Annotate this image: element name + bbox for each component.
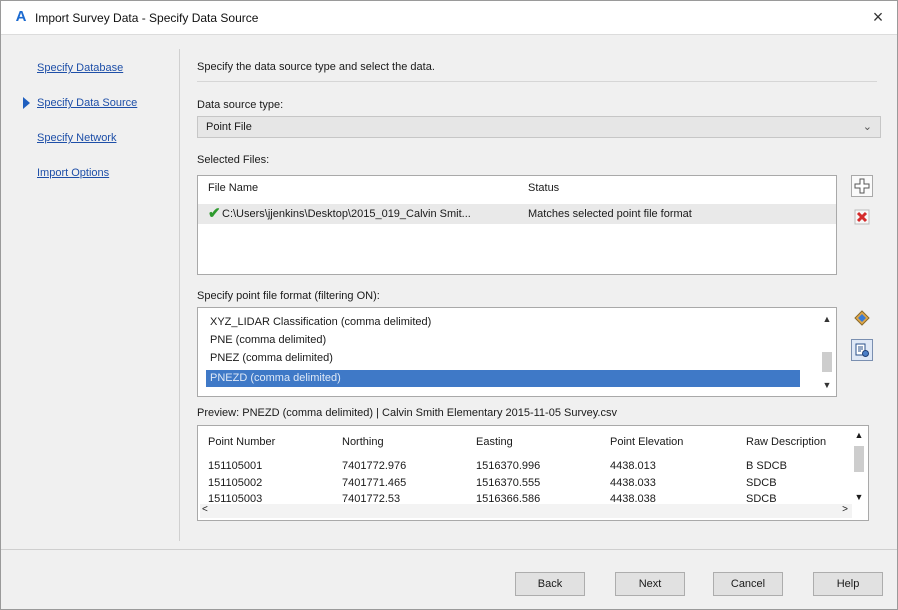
format-manager-icon (855, 343, 869, 357)
point-file-format-list[interactable]: XYZ_LIDAR Classification (comma delimite… (197, 307, 837, 397)
dialog-window: A Import Survey Data - Specify Data Sour… (0, 0, 898, 610)
data-source-type-dropdown[interactable]: Point File ⌄ (197, 116, 881, 138)
wizard-nav: Specify Database Specify Data Source Spe… (11, 51, 169, 191)
scroll-left-icon[interactable]: < (202, 504, 208, 515)
preview-cell: 151105001 (208, 460, 263, 472)
point-file-format-label: Specify point file format (filtering ON)… (197, 290, 380, 302)
remove-file-button[interactable] (851, 206, 873, 228)
preview-cell: SDCB (746, 477, 777, 489)
add-file-button[interactable] (851, 175, 873, 197)
preview-horizontal-scrollbar[interactable]: < > (200, 504, 852, 518)
window-title: Import Survey Data - Specify Data Source (35, 11, 259, 25)
cancel-button[interactable]: Cancel (713, 572, 783, 596)
scroll-right-icon[interactable]: > (842, 504, 848, 515)
format-item[interactable]: PNEZ (comma delimited) (206, 350, 800, 367)
preview-cell: 1516370.555 (476, 477, 541, 489)
scroll-up-icon[interactable]: ▲ (852, 430, 866, 440)
file-name: C:\Users\jjenkins\Desktop\2015_019_Calvi… (222, 208, 471, 220)
nav-item-specify-database[interactable]: Specify Database (11, 51, 169, 86)
column-header-status[interactable]: Status (528, 182, 559, 194)
scroll-thumb[interactable] (854, 446, 864, 472)
app-logo-icon: A (15, 8, 27, 25)
scroll-down-icon[interactable]: ▼ (852, 492, 866, 502)
back-button[interactable]: Back (515, 572, 585, 596)
preview-column-header[interactable]: Easting (476, 436, 513, 448)
format-options-icon (854, 310, 870, 326)
nav-item-specify-network[interactable]: Specify Network (11, 121, 169, 156)
next-button[interactable]: Next (615, 572, 685, 596)
nav-item-specify-data-source[interactable]: Specify Data Source (11, 86, 169, 121)
preview-cell: 151105002 (208, 477, 263, 489)
preview-vertical-scrollbar[interactable]: ▲ ▼ (852, 428, 866, 502)
title-bar: A Import Survey Data - Specify Data Sour… (1, 1, 897, 35)
preview-column-header[interactable]: Northing (342, 436, 384, 448)
column-header-file-name[interactable]: File Name (208, 182, 258, 194)
preview-column-header[interactable]: Point Elevation (610, 436, 683, 448)
scroll-up-icon[interactable]: ▲ (820, 314, 834, 328)
instruction-divider (197, 81, 877, 82)
add-file-icon (854, 178, 870, 194)
format-item-selected[interactable]: PNEZD (comma delimited) (206, 370, 800, 387)
file-status: Matches selected point file format (528, 208, 692, 220)
preview-cell: 4438.033 (610, 477, 656, 489)
preview-column-header[interactable]: Raw Description (746, 436, 826, 448)
preview-column-header[interactable]: Point Number (208, 436, 275, 448)
chevron-down-icon: ⌄ (862, 121, 872, 133)
nav-divider (179, 49, 180, 541)
checkmark-icon: ✔ (208, 205, 221, 222)
nav-item-label: Specify Data Source (37, 97, 138, 109)
preview-table[interactable]: Point Number Northing Easting Point Elev… (197, 425, 869, 521)
file-row[interactable]: ✔ C:\Users\jjenkins\Desktop\2015_019_Cal… (198, 204, 836, 224)
selected-files-label: Selected Files: (197, 154, 270, 166)
format-list-scrollbar[interactable]: ▲ ▼ (820, 310, 834, 394)
preview-cell: 1516370.996 (476, 460, 541, 472)
nav-item-import-options[interactable]: Import Options (11, 156, 169, 191)
preview-cell: B SDCB (746, 460, 787, 472)
files-header: File Name Status (198, 176, 836, 198)
help-button[interactable]: Help (813, 572, 883, 596)
preview-cell: 4438.013 (610, 460, 656, 472)
selected-files-list[interactable]: File Name Status ✔ C:\Users\jjenkins\Des… (197, 175, 837, 275)
data-source-type-label: Data source type: (197, 99, 284, 111)
nav-item-label: Specify Database (37, 62, 124, 74)
preview-cell: 7401771.465 (342, 477, 407, 489)
footer-divider (1, 549, 897, 550)
scroll-thumb[interactable] (822, 352, 832, 372)
nav-item-label: Specify Network (37, 132, 117, 144)
nav-item-label: Import Options (37, 167, 110, 179)
format-manager-button[interactable] (851, 339, 873, 361)
format-options-button[interactable] (851, 308, 873, 330)
preview-label: Preview: PNEZD (comma delimited) | Calvi… (197, 407, 617, 419)
remove-file-icon (854, 209, 870, 225)
close-button[interactable]: × (869, 7, 887, 27)
instruction-text: Specify the data source type and select … (197, 61, 435, 73)
format-item[interactable]: XYZ_LIDAR Classification (comma delimite… (206, 314, 800, 331)
format-item[interactable]: PNE (comma delimited) (206, 332, 800, 349)
preview-cell: 7401772.976 (342, 460, 407, 472)
current-step-arrow-icon (23, 97, 30, 109)
scroll-down-icon[interactable]: ▼ (820, 380, 834, 394)
data-source-type-value: Point File (206, 121, 252, 133)
